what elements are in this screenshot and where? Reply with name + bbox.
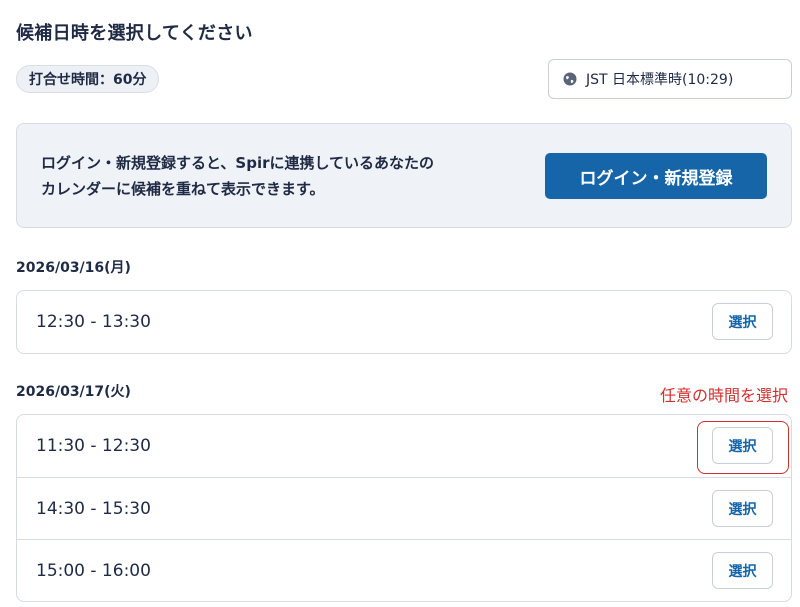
duration-badge: 打合せ時間：60分 [16,65,160,93]
login-banner-text: ログイン・新規登録すると、Spirに連携しているあなたの カレンダーに候補を重ね… [41,150,531,202]
login-banner-line-1: ログイン・新規登録すると、Spirに連携しているあなたの [41,154,435,172]
select-slot-button[interactable]: 選択 [712,552,773,589]
date-heading: 2026/03/16(月) [16,260,131,276]
login-signup-button[interactable]: ログイン・新規登録 [545,153,767,199]
scheduling-page: 候補日時を選択してください 打合せ時間：60分 JST 日本標準時(10:29)… [0,0,800,607]
time-slot-label: 14:30 - 15:30 [36,498,151,519]
time-slot-row: 11:30 - 12:30 選択 [17,415,791,477]
slot-group-day-2: 11:30 - 12:30 選択 14:30 - 15:30 選択 15:00 … [16,414,792,602]
time-slot-label: 15:00 - 16:00 [36,560,151,581]
time-slot-label: 12:30 - 13:30 [36,312,151,332]
slot-group-day-1: 12:30 - 13:30 選択 [16,290,792,354]
time-slot-row: 15:00 - 16:00 選択 [17,539,791,601]
select-slot-button[interactable]: 選択 [712,303,773,340]
time-slot-row: 14:30 - 15:30 選択 [17,477,791,539]
select-slot-button[interactable]: 選択 [712,490,773,527]
date-heading: 2026/03/17(火) [16,384,131,400]
globe-icon [563,72,577,86]
timezone-button[interactable]: JST 日本標準時(10:29) [548,59,792,99]
page-title: 候補日時を選択してください [16,23,253,44]
time-slot-row: 12:30 - 13:30 選択 [17,291,791,353]
annotation-text: 任意の時間を選択 [659,386,788,405]
timezone-label: JST 日本標準時(10:29) [586,72,734,88]
login-banner-line-2: カレンダーに候補を重ねて表示できます。 [41,180,325,198]
select-slot-button[interactable]: 選択 [712,427,773,464]
time-slot-label: 11:30 - 12:30 [36,436,151,456]
login-banner: ログイン・新規登録すると、Spirに連携しているあなたの カレンダーに候補を重ね… [16,123,792,228]
